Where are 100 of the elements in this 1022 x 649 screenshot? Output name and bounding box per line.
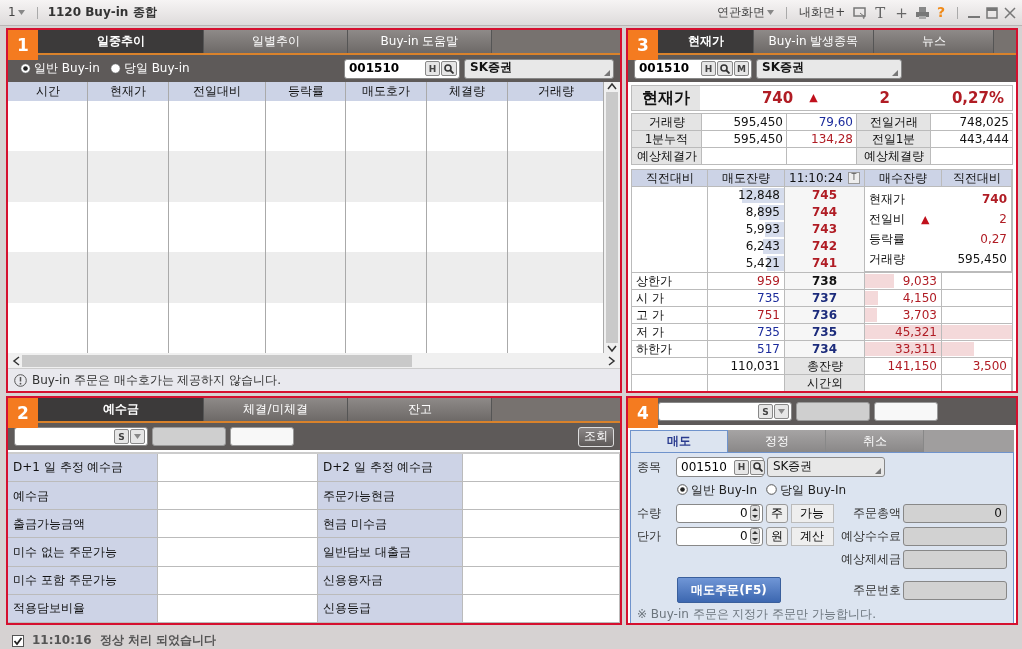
- column-header[interactable]: 전일대비: [169, 82, 266, 101]
- code-option-button[interactable]: H: [734, 459, 749, 475]
- caret-icon: [778, 409, 785, 414]
- code-input[interactable]: 001510: [347, 61, 424, 76]
- monitor-icon[interactable]: [853, 6, 868, 19]
- stock-code-field[interactable]: 001510 H M: [634, 58, 752, 79]
- dropdown-corner-icon: [875, 468, 881, 474]
- bid-price: 735: [785, 323, 865, 340]
- toolbar-glyph[interactable]: T: [873, 3, 888, 22]
- status-message: 정상 처리 되었습니다: [99, 633, 217, 648]
- stock-name-dropdown[interactable]: SK증권: [767, 457, 885, 477]
- tab[interactable]: Buy-in 도움말: [348, 30, 492, 53]
- number-spinner-field[interactable]: 0: [675, 526, 763, 546]
- toolbar-glyph[interactable]: +: [893, 3, 910, 22]
- radio-option[interactable]: 일반 Buy-in: [20, 61, 100, 76]
- account-type-button[interactable]: S: [758, 404, 773, 419]
- action-button[interactable]: 가능: [790, 503, 834, 523]
- time-option-button[interactable]: T: [848, 172, 860, 184]
- code-input[interactable]: 001510: [679, 459, 733, 475]
- code-input[interactable]: 001510: [637, 61, 700, 76]
- close-icon[interactable]: [1004, 6, 1016, 19]
- bid-price: 737: [785, 289, 865, 306]
- dropdown-corner-icon: [892, 69, 898, 76]
- price-stat-label: 시 가: [632, 289, 708, 306]
- scroll-up-icon[interactable]: [607, 82, 617, 90]
- tab[interactable]: Buy-in 발생종목: [754, 30, 874, 53]
- alert-icon: [14, 373, 27, 387]
- summary-value: 595,450: [957, 250, 1007, 268]
- vertical-scrollbar[interactable]: [604, 82, 620, 353]
- scroll-left-icon[interactable]: [12, 355, 20, 366]
- code-option-button[interactable]: H: [701, 61, 716, 76]
- ask-price: 745: [785, 187, 865, 204]
- radio-option[interactable]: 일반 Buy-In: [677, 482, 758, 498]
- tab[interactable]: 체결/미체결: [204, 398, 348, 421]
- current-price: 740: [761, 89, 794, 107]
- printer-icon[interactable]: [915, 6, 929, 19]
- checkbox-checked-icon[interactable]: [12, 634, 24, 647]
- column-header[interactable]: 현재가: [88, 82, 169, 101]
- spinner-arrows-icon[interactable]: [749, 528, 760, 544]
- tab[interactable]: 일중추이: [38, 30, 204, 53]
- input-field[interactable]: [230, 427, 294, 446]
- bid-volume: 33,311: [865, 340, 1012, 357]
- search-button[interactable]: [441, 61, 457, 76]
- scrollbar-thumb[interactable]: [22, 354, 412, 367]
- account-field[interactable]: S: [14, 427, 148, 446]
- code-option-button[interactable]: H: [425, 61, 440, 76]
- column-header[interactable]: 체결량: [427, 82, 508, 101]
- code-option-button[interactable]: M: [734, 61, 749, 76]
- related-screens-menu[interactable]: 연관화면: [715, 5, 777, 20]
- column-header[interactable]: 등락률: [266, 82, 346, 101]
- tab[interactable]: 일별추이: [204, 30, 348, 53]
- summary-value: 0,27: [980, 230, 1007, 248]
- search-icon: [752, 462, 763, 472]
- tab[interactable]: 현재가: [658, 30, 754, 53]
- radio-option[interactable]: 당일 Buy-in: [109, 61, 190, 76]
- tab[interactable]: 예수금: [38, 398, 204, 421]
- tab[interactable]: 뉴스: [874, 30, 994, 53]
- field-label: 신용융자금: [318, 566, 463, 595]
- bid-total: 141,150: [865, 357, 942, 374]
- panel-number-badge: 1: [8, 30, 38, 60]
- summary-label: 전일비: [869, 210, 905, 228]
- stock-name-dropdown[interactable]: SK증권: [756, 58, 902, 79]
- scrollbar-thumb[interactable]: [606, 92, 618, 343]
- stock-code-field[interactable]: 001510 H: [344, 58, 460, 79]
- scroll-right-icon[interactable]: [608, 355, 616, 366]
- note-text: ※ Buy-in 주문은 지정가 주문만 가능합니다.: [637, 607, 877, 622]
- my-screen-button[interactable]: 내화면+: [797, 5, 848, 20]
- search-button[interactable]: [717, 61, 733, 76]
- field-label: D+2 일 추정 예수금: [318, 454, 463, 483]
- info-label: 예상체결량: [857, 148, 931, 165]
- maximize-icon[interactable]: [986, 6, 998, 19]
- unit-button[interactable]: 주: [765, 503, 788, 523]
- sell-order-button[interactable]: 매도주문(F5): [677, 577, 781, 603]
- dropdown-button[interactable]: [774, 404, 789, 419]
- action-button[interactable]: 계산: [790, 526, 834, 546]
- horizontal-scrollbar[interactable]: [8, 353, 620, 368]
- unit-button[interactable]: 원: [765, 526, 788, 546]
- tab[interactable]: 잔고: [348, 398, 492, 421]
- tab[interactable]: 매도: [630, 430, 728, 452]
- spinner-arrows-icon[interactable]: [749, 505, 760, 521]
- field-label: 수량: [637, 505, 662, 521]
- search-button[interactable]: [750, 459, 765, 475]
- scroll-down-icon[interactable]: [607, 345, 617, 353]
- stock-name-dropdown[interactable]: SK증권: [464, 58, 614, 79]
- account-field[interactable]: S: [658, 402, 792, 421]
- total-label: 총잔량: [785, 357, 865, 374]
- query-button[interactable]: 조회: [578, 426, 614, 447]
- screen-menu[interactable]: 1: [6, 5, 27, 20]
- column-header[interactable]: 매도호가: [346, 82, 427, 101]
- number-spinner-field[interactable]: 0: [675, 503, 763, 523]
- time-header: 11:10:24: [789, 169, 843, 187]
- column-header[interactable]: 시간: [8, 82, 88, 101]
- account-type-button[interactable]: S: [114, 429, 129, 444]
- stock-code-field[interactable]: 001510 H: [676, 457, 764, 477]
- radio-option[interactable]: 당일 Buy-In: [766, 482, 847, 498]
- dropdown-corner-icon: [604, 69, 610, 76]
- input-field[interactable]: [874, 402, 938, 421]
- bid-volume: 4,150: [865, 289, 1012, 306]
- dropdown-button[interactable]: [130, 429, 145, 444]
- info-label: 거래량: [632, 114, 702, 131]
